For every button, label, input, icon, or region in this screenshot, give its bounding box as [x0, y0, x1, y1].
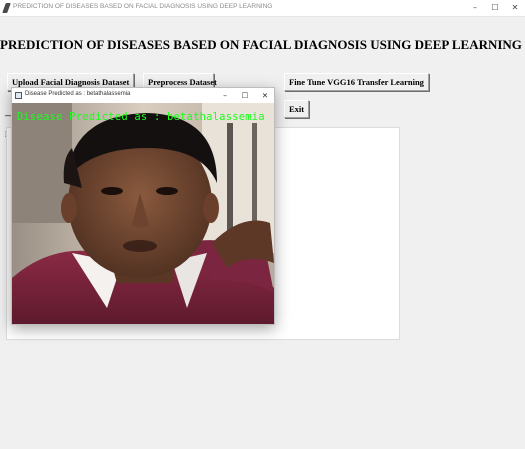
window-titlebar: PREDICTION OF DISEASES BASED ON FACIAL D… — [0, 0, 525, 17]
finetune-vgg16-button[interactable]: Fine Tune VGG16 Transfer Learning — [284, 73, 429, 91]
prediction-popup-window: Disease Predicted as : betathalassemia –… — [11, 87, 275, 325]
prediction-overlay-text: Disease Predicted as : betathalassemia — [17, 111, 265, 123]
popup-maximize-icon[interactable]: ☐ — [237, 89, 253, 102]
popup-minimize-icon[interactable]: – — [217, 89, 233, 102]
maximize-icon[interactable]: ☐ — [485, 1, 505, 15]
popup-close-icon[interactable]: ✕ — [257, 89, 273, 102]
minimize-icon[interactable]: – — [465, 1, 485, 15]
popup-title: Disease Predicted as : betathalassemia — [25, 91, 131, 97]
close-icon[interactable]: ✕ — [505, 1, 525, 15]
feather-icon — [2, 3, 11, 13]
popup-titlebar: Disease Predicted as : betathalassemia –… — [12, 88, 274, 103]
page-title: PREDICTION OF DISEASES BASED ON FACIAL D… — [0, 37, 522, 52]
exit-button[interactable]: Exit — [284, 100, 310, 118]
window-title: PREDICTION OF DISEASES BASED ON FACIAL D… — [13, 3, 273, 10]
patient-face-photo: Disease Predicted as : betathalassemia — [12, 103, 274, 324]
window-icon — [15, 92, 22, 99]
